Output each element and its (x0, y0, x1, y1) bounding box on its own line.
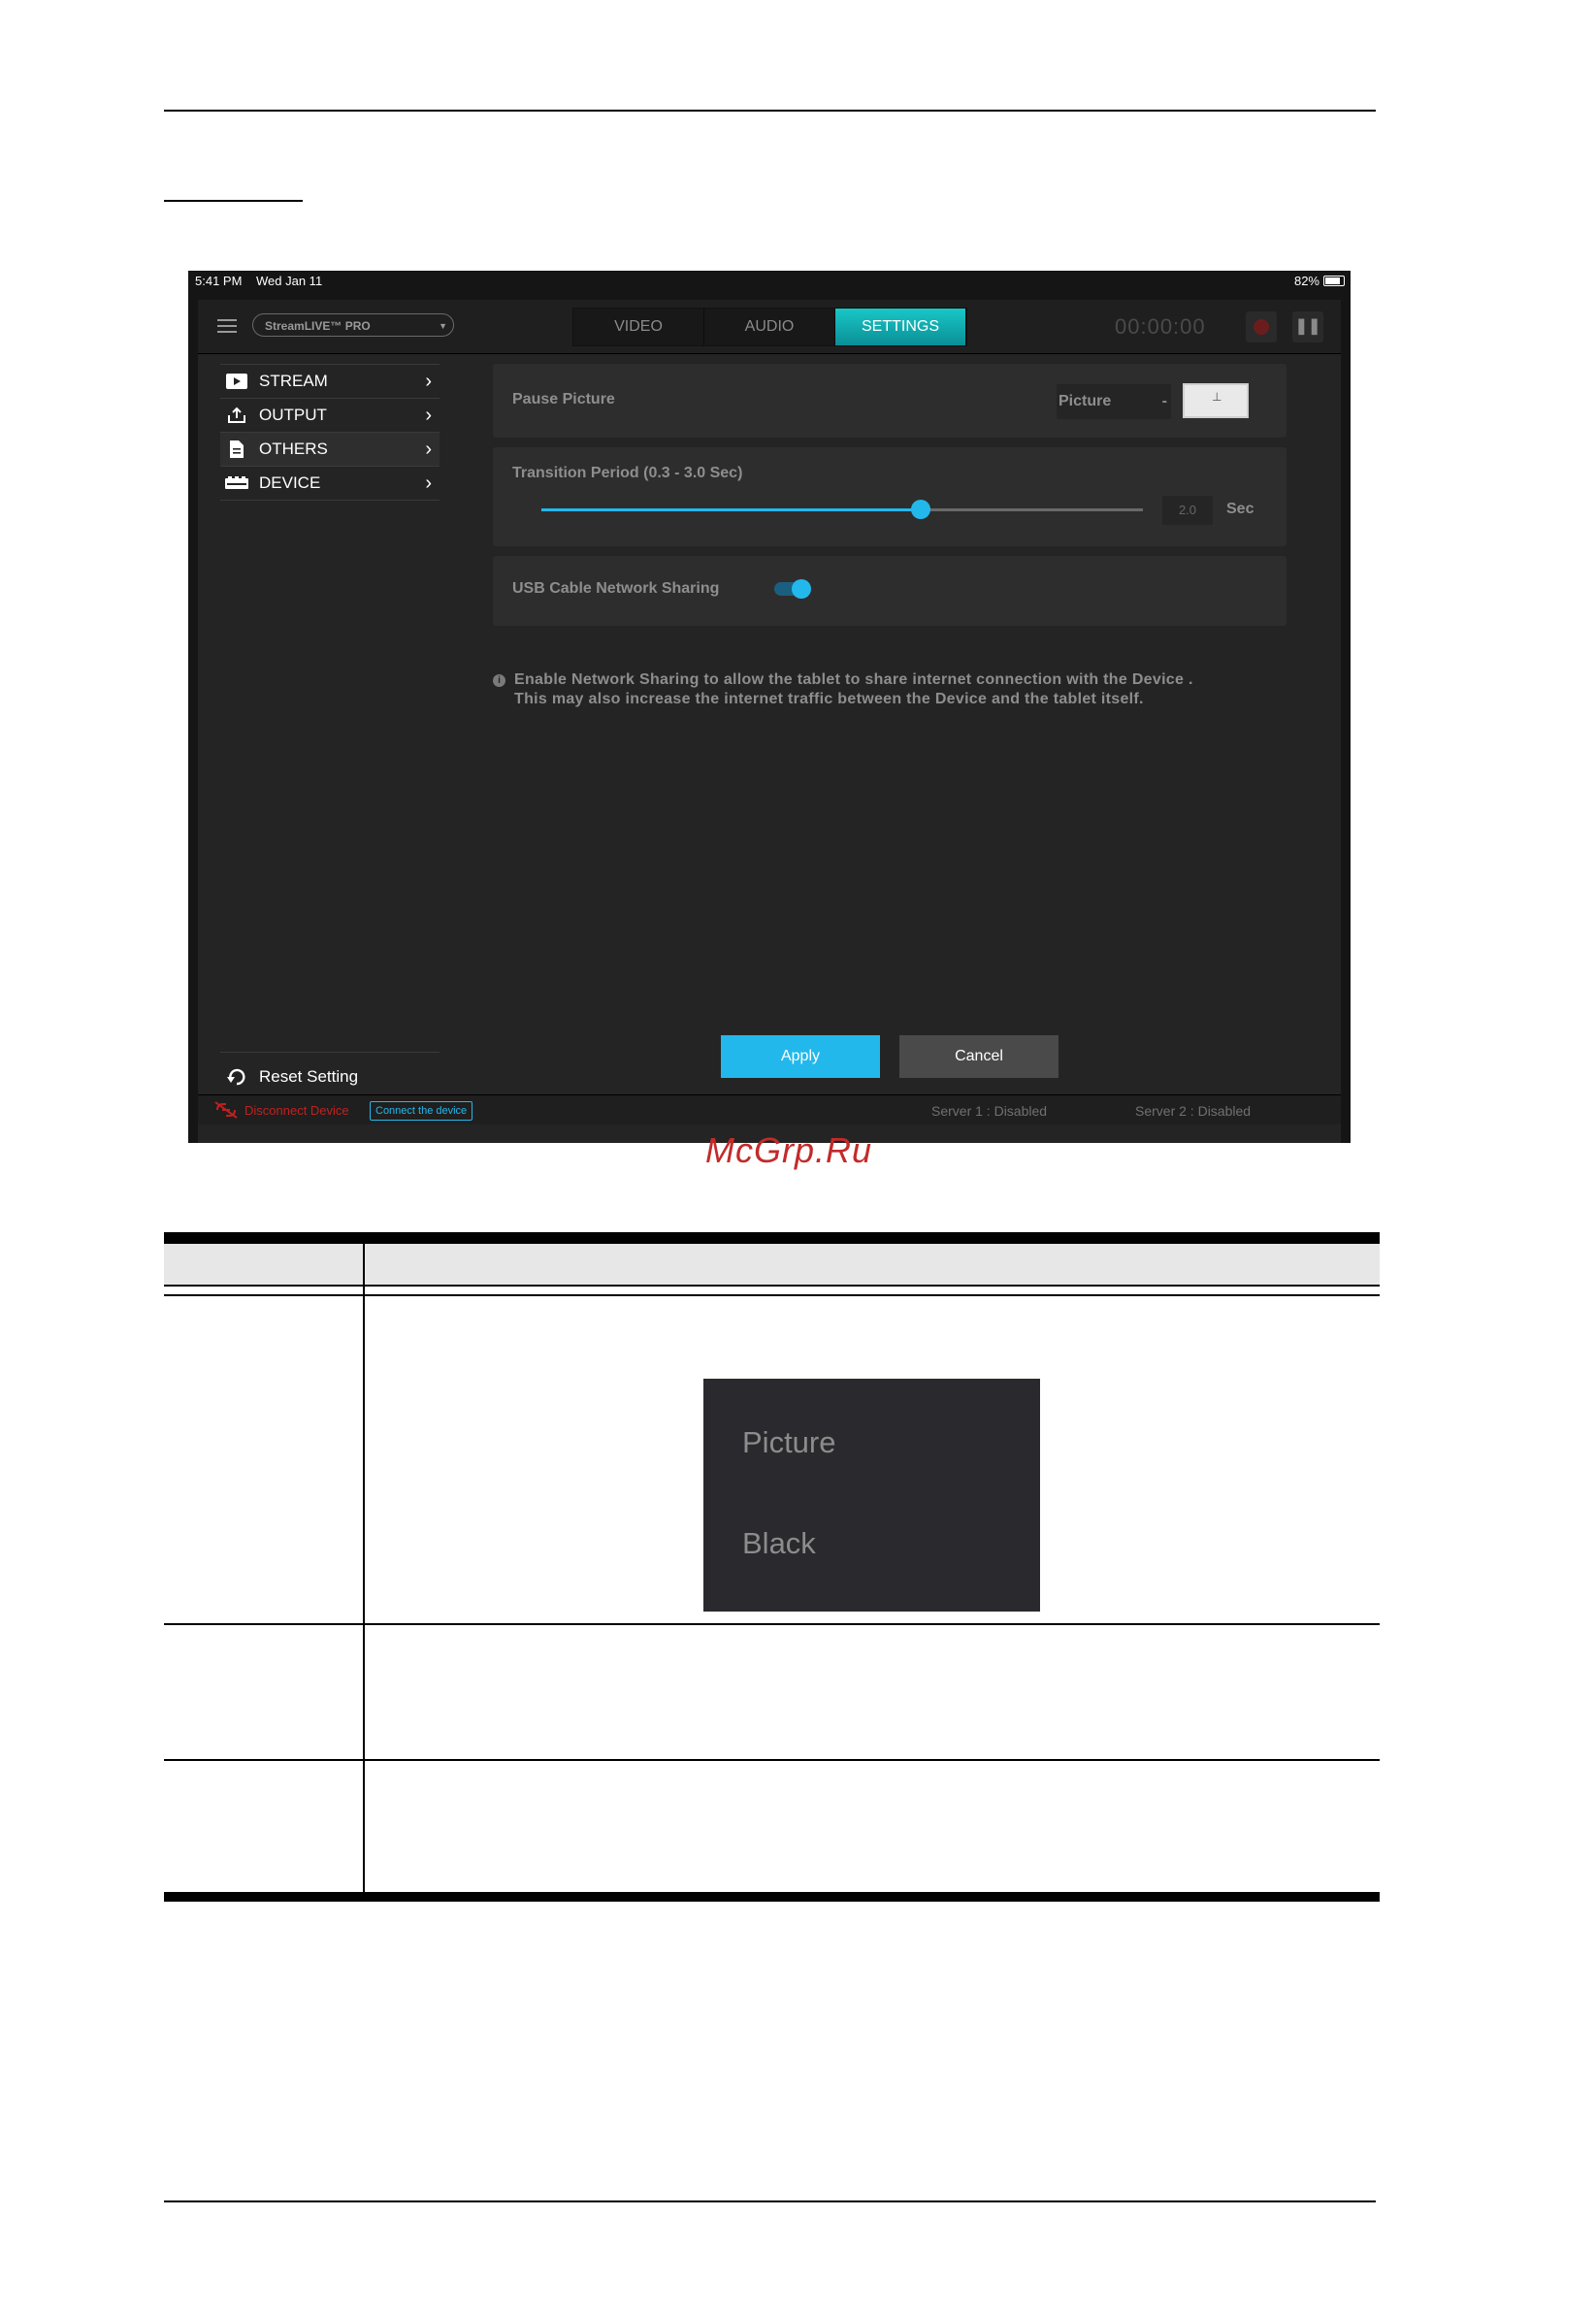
transition-period-panel: Transition Period (0.3 - 3.0 Sec) 2.0 Se… (493, 447, 1287, 546)
menu-option-picture: Picture (742, 1425, 836, 1459)
table-header-divider (164, 1294, 1380, 1296)
info-line-1: Enable Network Sharing to allow the tabl… (514, 671, 1193, 688)
toggle-knob (792, 579, 811, 599)
sidebar-item-label: OTHERS (259, 440, 328, 458)
sidebar-item-stream[interactable]: STREAM › (220, 364, 440, 399)
battery-icon (1323, 276, 1345, 286)
battery-indicator: 82% (1294, 274, 1345, 288)
cancel-button[interactable]: Cancel (899, 1035, 1059, 1078)
table-top-border (164, 1232, 1380, 1244)
sidebar-item-label: OUTPUT (259, 406, 327, 424)
reset-setting-label: Reset Setting (259, 1067, 359, 1086)
menu-icon[interactable] (217, 319, 237, 333)
header-rule (164, 110, 1376, 112)
transition-slider-thumb[interactable] (910, 500, 930, 519)
reset-icon (224, 1068, 249, 1086)
server1-status: Server 1 : Disabled (931, 1103, 1048, 1119)
table-row-divider (164, 1623, 1380, 1625)
sidebar-item-others[interactable]: OTHERS › (220, 433, 440, 467)
server2-status: Server 2 : Disabled (1135, 1103, 1252, 1119)
document-icon (224, 440, 249, 458)
transition-slider-fill (541, 508, 921, 511)
top-bar: StreamLIVE™ PRO ▼ VIDEO AUDIO SETTINGS 0… (198, 300, 1341, 354)
table-column-divider (363, 1244, 365, 1894)
tab-audio[interactable]: AUDIO (704, 309, 835, 345)
footer-bar: Disconnect Device Connect the device Ser… (198, 1094, 1341, 1124)
stream-timer: 00:00:00 (1115, 314, 1206, 339)
pause-picture-panel: Pause Picture Picture - ⊥ (493, 364, 1287, 438)
pause-picture-select[interactable]: Picture - (1057, 384, 1171, 419)
apply-button[interactable]: Apply (721, 1035, 880, 1078)
status-bar: 5:41 PM Wed Jan 11 82% (188, 271, 1351, 292)
pause-button[interactable]: ❚❚ (1292, 311, 1323, 342)
app-screenshot: 5:41 PM Wed Jan 11 82% StreamLIVE™ PRO ▼… (188, 271, 1351, 1143)
app-window: StreamLIVE™ PRO ▼ VIDEO AUDIO SETTINGS 0… (198, 300, 1341, 1143)
settings-sidebar: STREAM › OUTPUT › OTHERS › DEVICE › (220, 364, 440, 501)
main-tabs: VIDEO AUDIO SETTINGS (572, 308, 967, 346)
pause-picture-separator: - (1161, 393, 1167, 409)
sidebar-item-label: STREAM (259, 372, 328, 390)
sidebar-item-output[interactable]: OUTPUT › (220, 399, 440, 433)
connect-device-button[interactable]: Connect the device (370, 1101, 473, 1121)
tab-video[interactable]: VIDEO (573, 309, 704, 345)
info-line-2: This may also increase the internet traf… (514, 691, 1144, 707)
table-row-divider (164, 1759, 1380, 1761)
info-icon: i (493, 674, 505, 687)
transition-slider[interactable] (541, 500, 1143, 519)
chevron-right-icon: › (425, 473, 432, 494)
pause-picture-label: Pause Picture (512, 391, 615, 407)
device-select-label: StreamLIVE™ PRO (265, 319, 371, 333)
footer-rule (164, 2200, 1376, 2202)
disconnect-device-label[interactable]: Disconnect Device (244, 1103, 349, 1118)
device-icon (224, 474, 249, 492)
pause-picture-menu-image: Picture Black (703, 1379, 1040, 1612)
tab-settings[interactable]: SETTINGS (835, 309, 966, 345)
chevron-right-icon: › (425, 405, 432, 426)
table-header-divider (164, 1285, 1380, 1287)
usb-sharing-label: USB Cable Network Sharing (512, 580, 720, 597)
chevron-down-icon: ▼ (439, 321, 447, 331)
disconnect-icon (213, 1101, 239, 1124)
upload-icon (224, 407, 249, 424)
picture-upload-button[interactable]: ⊥ (1183, 383, 1249, 418)
sidebar-item-label: DEVICE (259, 473, 321, 492)
battery-percent: 82% (1293, 274, 1319, 288)
heading-underline (164, 200, 303, 202)
record-button[interactable] (1246, 311, 1277, 342)
status-time: 5:41 PM (195, 274, 243, 288)
transition-period-label: Transition Period (0.3 - 3.0 Sec) (512, 465, 743, 481)
usb-sharing-toggle[interactable] (774, 579, 811, 599)
device-select[interactable]: StreamLIVE™ PRO ▼ (252, 313, 454, 337)
table-header-row (164, 1244, 1380, 1285)
status-date: Wed Jan 11 (256, 274, 323, 288)
chevron-right-icon: › (425, 371, 432, 392)
pause-picture-value: Picture (1059, 393, 1112, 409)
chevron-right-icon: › (425, 439, 432, 460)
menu-option-black: Black (742, 1526, 816, 1560)
transition-unit: Sec (1226, 501, 1254, 517)
usb-sharing-panel: USB Cable Network Sharing (493, 556, 1287, 626)
upload-icon: ⊥ (1212, 390, 1222, 404)
network-sharing-info: i Enable Network Sharing to allow the ta… (493, 670, 1285, 709)
watermark: McGrp.Ru (705, 1130, 873, 1170)
transition-value-field[interactable]: 2.0 (1162, 496, 1213, 525)
play-icon (224, 373, 249, 390)
table-bottom-border (164, 1892, 1380, 1902)
sidebar-item-device[interactable]: DEVICE › (220, 467, 440, 501)
